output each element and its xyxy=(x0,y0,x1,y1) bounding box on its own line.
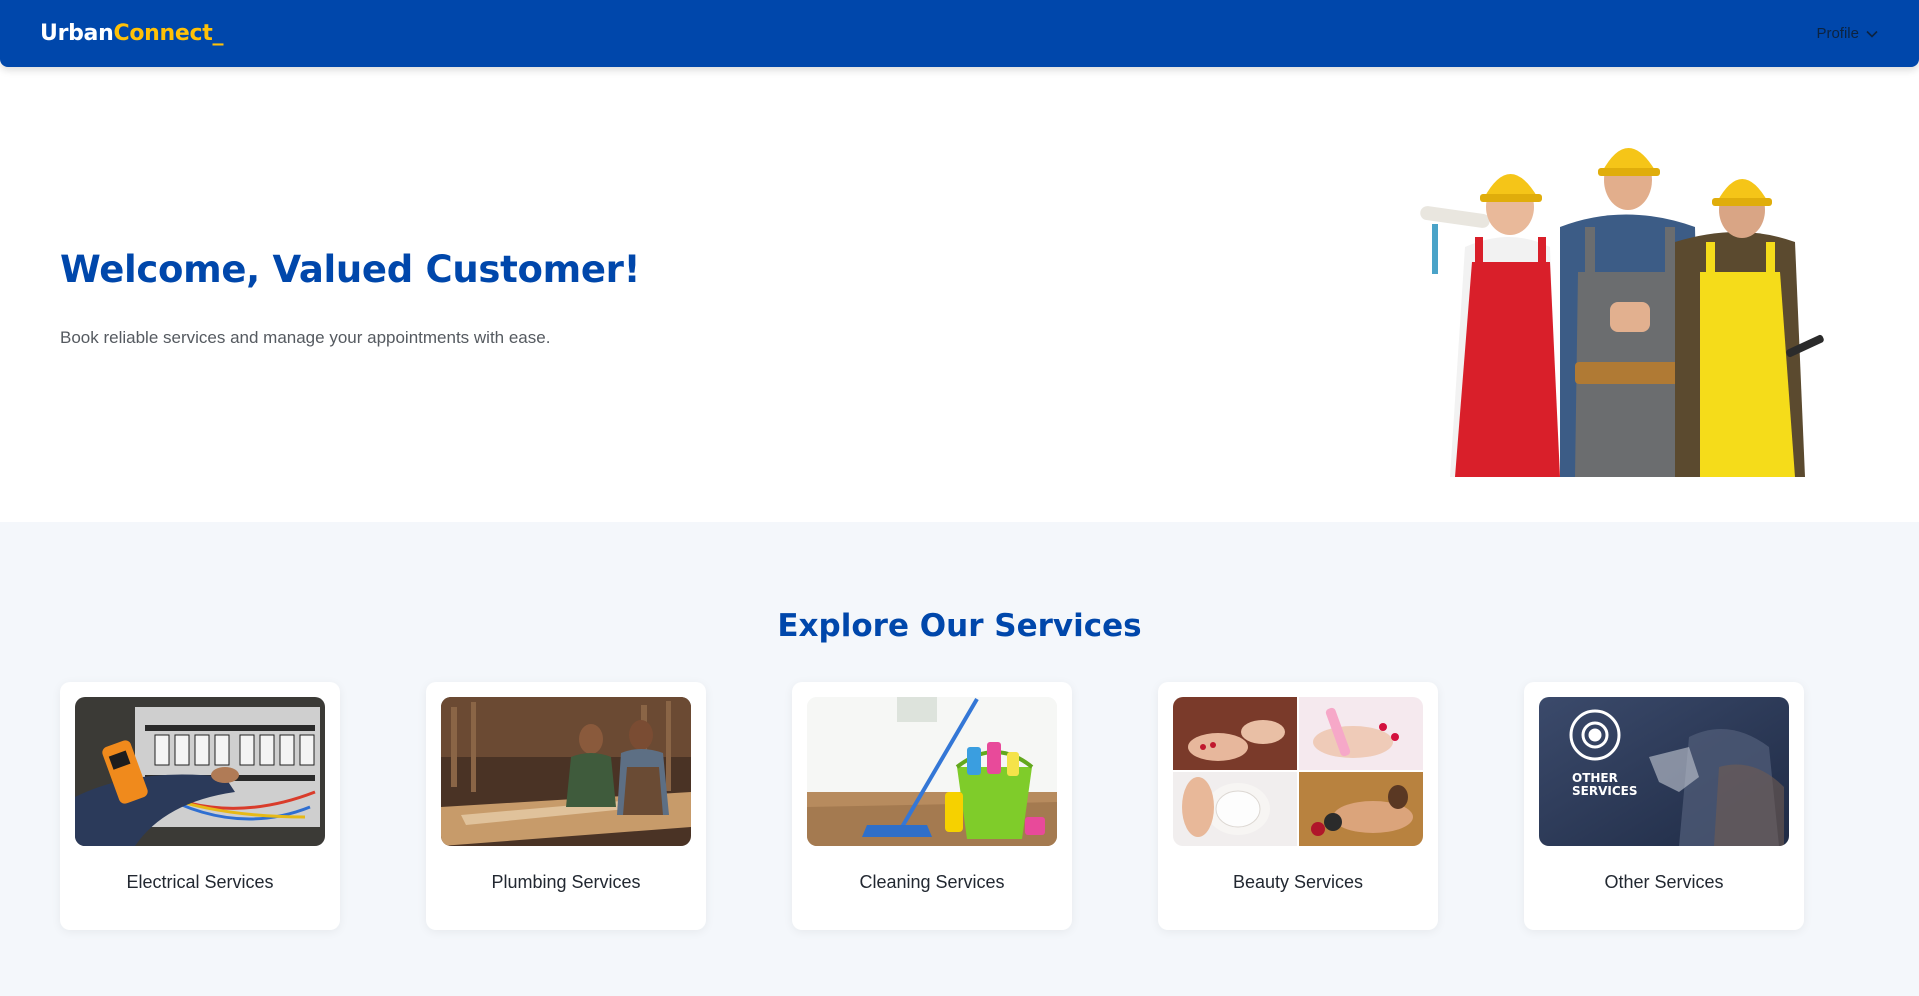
service-card-label: Cleaning Services xyxy=(859,872,1005,892)
other-services-image-text-line1: OTHER xyxy=(1572,771,1618,785)
service-card-label: Electrical Services xyxy=(126,872,274,892)
electrical-services-image xyxy=(75,697,325,846)
service-card-cleaning[interactable]: Cleaning Services xyxy=(792,682,1072,930)
profile-label: Profile xyxy=(1816,25,1859,42)
service-card-label: Plumbing Services xyxy=(491,872,641,892)
beauty-services-image xyxy=(1173,697,1423,846)
hero-subtitle: Book reliable services and manage your a… xyxy=(60,328,551,347)
other-services-image-text-line2: SERVICES xyxy=(1572,784,1637,798)
services-title: Explore Our Services xyxy=(777,608,1142,644)
hero-workers-image xyxy=(1420,148,1824,477)
worker-right xyxy=(1675,179,1824,477)
plumbing-services-image xyxy=(441,697,691,846)
chevron-down-icon xyxy=(1866,30,1878,38)
navbar: UrbanConnect_ Profile xyxy=(0,0,1919,67)
logo-text-urban: Urban xyxy=(40,21,114,46)
logo[interactable]: UrbanConnect_ xyxy=(40,21,223,46)
service-card-electrical[interactable]: Electrical Services xyxy=(60,682,340,930)
cleaning-services-image xyxy=(807,697,1057,846)
service-card-label: Other Services xyxy=(1604,872,1724,892)
service-card-plumbing[interactable]: Plumbing Services xyxy=(426,682,706,930)
worker-left xyxy=(1420,174,1560,477)
services-section: Explore Our Services Electrical Services… xyxy=(0,522,1919,996)
profile-dropdown[interactable]: Profile xyxy=(1816,25,1879,42)
service-card-other[interactable]: OTHER SERVICES Other Services xyxy=(1524,682,1804,930)
hero-title: Welcome, Valued Customer! xyxy=(60,248,641,291)
service-card-label: Beauty Services xyxy=(1232,872,1364,892)
hero-section: Welcome, Valued Customer! Book reliable … xyxy=(0,88,1919,522)
service-card-beauty[interactable]: Beauty Services xyxy=(1158,682,1438,930)
other-services-image: OTHER SERVICES xyxy=(1539,697,1789,846)
logo-text-connect: Connect_ xyxy=(113,21,224,46)
